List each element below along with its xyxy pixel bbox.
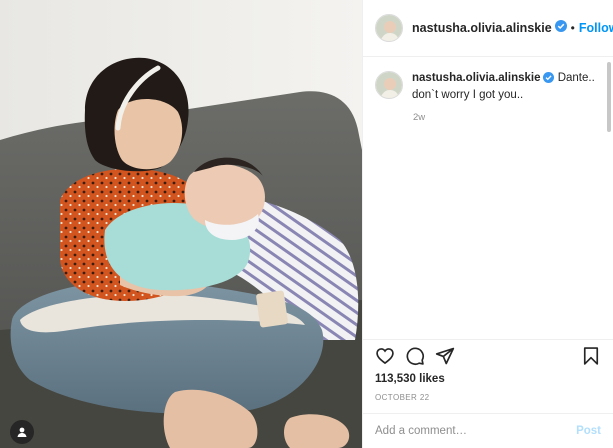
post-date[interactable]: OCTOBER 22 bbox=[375, 393, 430, 402]
add-comment-bar: Post bbox=[363, 413, 613, 448]
avatar[interactable] bbox=[375, 14, 403, 42]
post-photo[interactable] bbox=[0, 0, 362, 448]
comment-icon bbox=[406, 347, 425, 366]
like-button[interactable] bbox=[374, 345, 396, 367]
header-separator: • bbox=[570, 21, 575, 35]
avatar-image bbox=[376, 15, 402, 41]
comments-scrollbar[interactable] bbox=[607, 62, 611, 132]
tagged-users-button[interactable] bbox=[10, 420, 34, 444]
header-username[interactable]: nastusha.olivia.alinskie bbox=[412, 21, 552, 35]
caption-timestamp[interactable]: 2w bbox=[413, 112, 601, 123]
instagram-post: nastusha.olivia.alinskie • Follow bbox=[0, 0, 613, 448]
comment-input[interactable] bbox=[375, 425, 577, 437]
avatar-image bbox=[376, 72, 402, 98]
follow-button[interactable]: Follow bbox=[579, 21, 613, 35]
comment-button[interactable] bbox=[404, 345, 426, 367]
likes-count[interactable]: 113,530 likes bbox=[375, 373, 445, 385]
post-comment-button[interactable]: Post bbox=[576, 425, 601, 437]
post-header: nastusha.olivia.alinskie • Follow bbox=[363, 0, 613, 57]
post-image bbox=[0, 0, 362, 448]
likes-label: likes bbox=[419, 373, 445, 385]
verified-badge-icon bbox=[554, 19, 567, 37]
post-sidebar: nastusha.olivia.alinskie • Follow bbox=[362, 0, 613, 448]
likes-number: 113,530 bbox=[375, 373, 416, 385]
comments-section: nastusha.olivia.alinskie Dante.. don`t w… bbox=[363, 57, 613, 339]
caption: nastusha.olivia.alinskie Dante.. don`t w… bbox=[375, 71, 601, 103]
share-icon bbox=[435, 347, 455, 365]
caption-username[interactable]: nastusha.olivia.alinskie bbox=[412, 72, 540, 84]
user-icon bbox=[17, 427, 27, 437]
action-bar bbox=[363, 339, 613, 372]
share-button[interactable] bbox=[434, 345, 456, 367]
verified-badge-icon bbox=[543, 72, 555, 88]
caption-avatar[interactable] bbox=[375, 71, 403, 99]
caption-text-block: nastusha.olivia.alinskie Dante.. don`t w… bbox=[412, 71, 601, 103]
save-button[interactable] bbox=[580, 345, 602, 367]
bookmark-icon bbox=[583, 347, 599, 365]
heart-icon bbox=[376, 348, 394, 365]
